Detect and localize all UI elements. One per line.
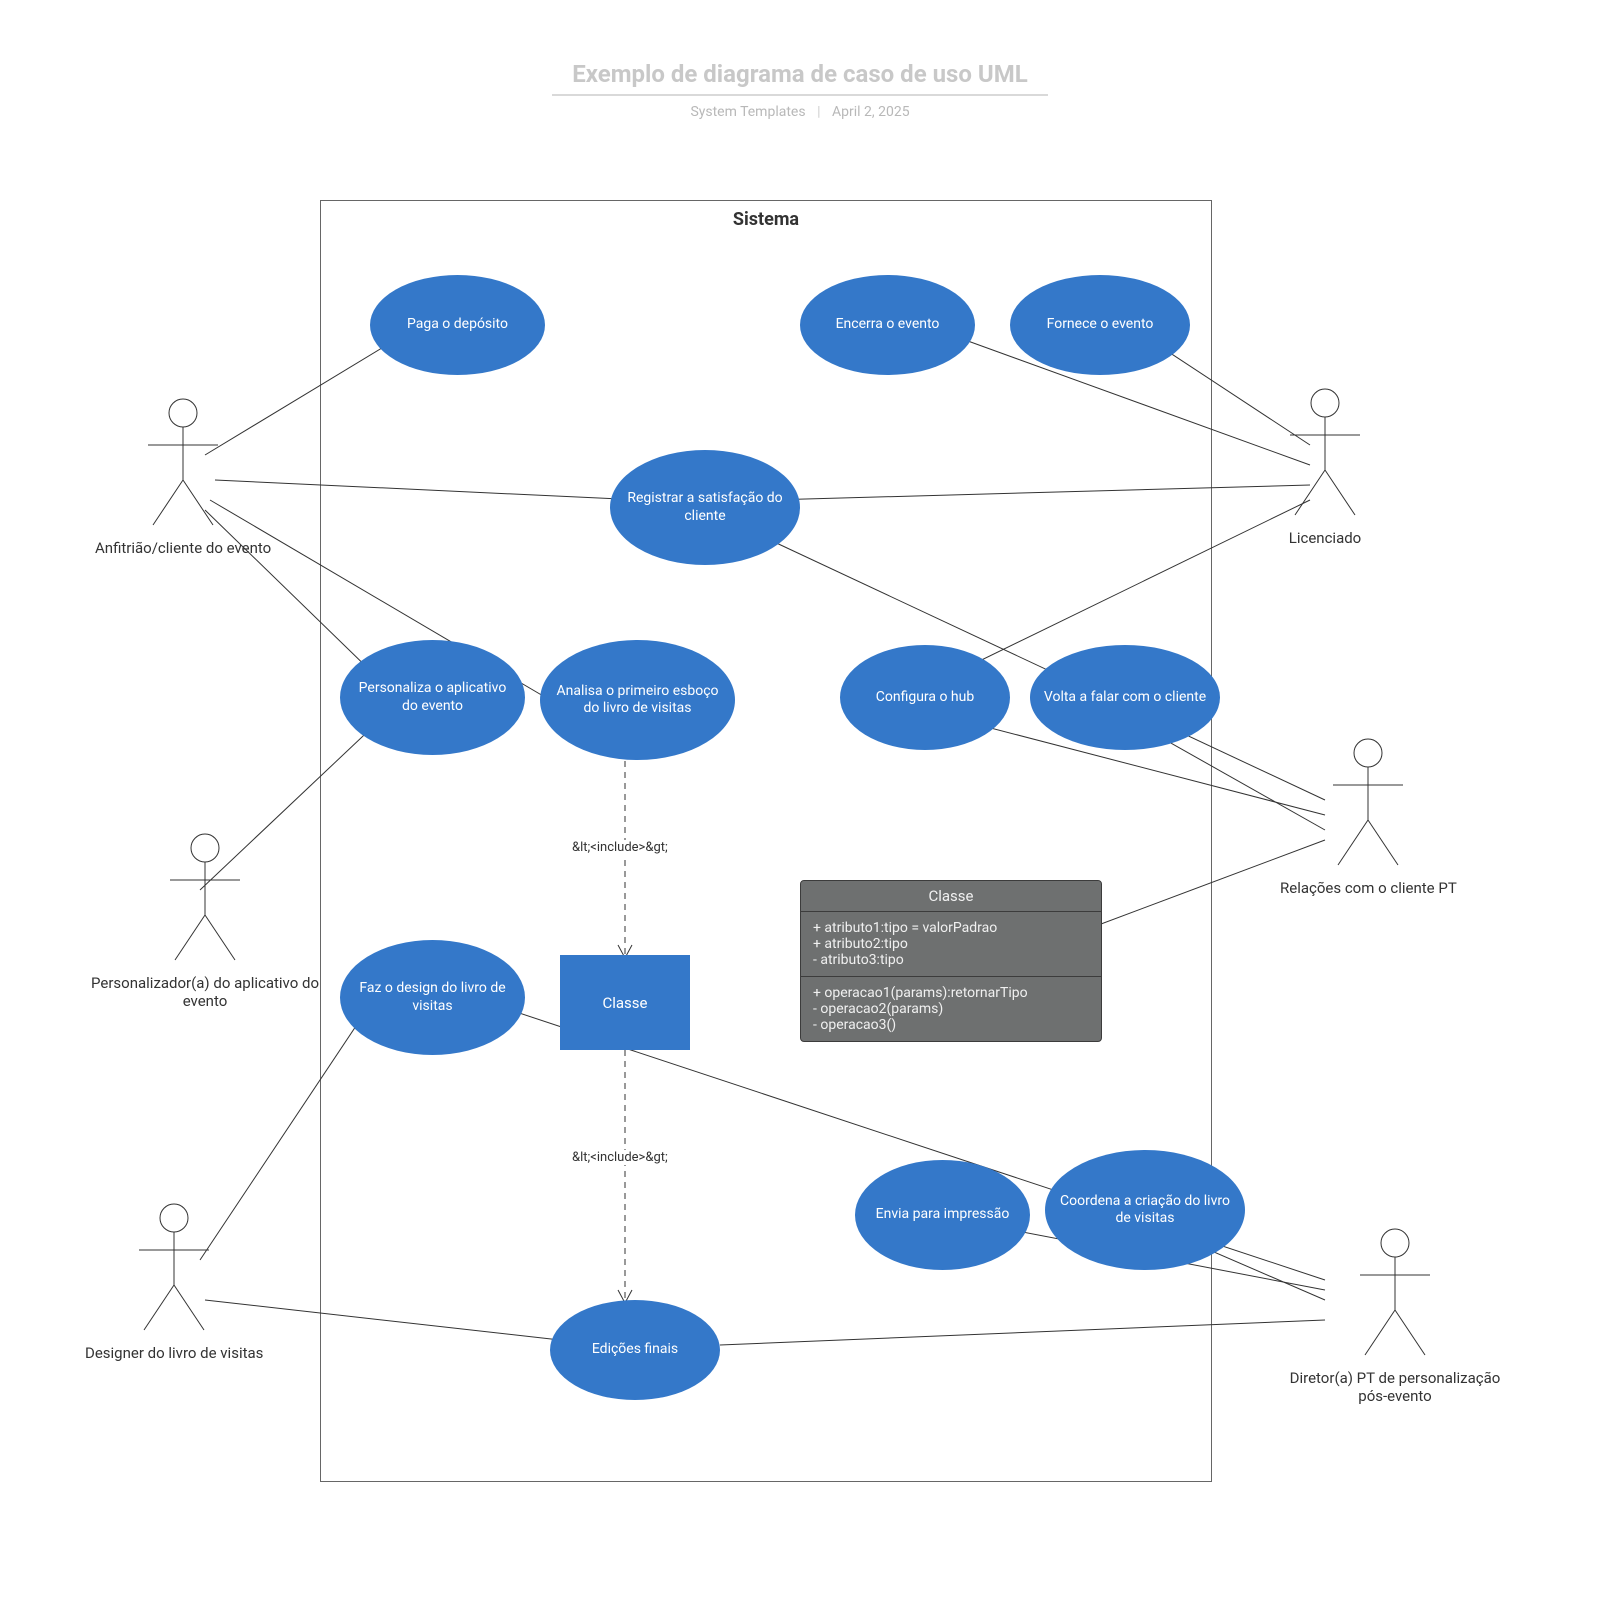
usecase-provide-event[interactable]: Fornece o evento bbox=[1010, 275, 1190, 375]
class-block-label: Classe bbox=[602, 994, 647, 1012]
actor-icon bbox=[129, 1200, 219, 1340]
usecase-reg-sat[interactable]: Registrar a satisfação do cliente bbox=[610, 450, 800, 565]
actor-pt-dir[interactable]: Diretor(a) PT de personalização pós-even… bbox=[1280, 1225, 1510, 1405]
actor-cr-pt[interactable]: Relações com o cliente PT bbox=[1280, 735, 1457, 897]
class-attr: + atributo2:tipo bbox=[813, 936, 1089, 952]
usecase-label: Edições finais bbox=[592, 1341, 678, 1359]
usecase-label: Configura o hub bbox=[876, 689, 974, 707]
actor-label: Anfitrião/cliente do evento bbox=[95, 539, 271, 557]
system-title: Sistema bbox=[321, 209, 1211, 230]
usecase-follow-up[interactable]: Volta a falar com o cliente bbox=[1030, 645, 1220, 750]
usecase-close-event[interactable]: Encerra o evento bbox=[800, 275, 975, 375]
usecase-label: Faz o design do livro de visitas bbox=[350, 980, 515, 1015]
system-boundary: Sistema bbox=[320, 200, 1212, 1482]
class-attr: + atributo1:tipo = valorPadrao bbox=[813, 920, 1089, 936]
subtitle-sep: | bbox=[817, 104, 820, 120]
actor-host[interactable]: Anfitrião/cliente do evento bbox=[95, 395, 271, 557]
actor-icon bbox=[1350, 1225, 1440, 1365]
actor-gb-designer[interactable]: Designer do livro de visitas bbox=[85, 1200, 263, 1362]
usecase-review-gb[interactable]: Analisa o primeiro esboço do livro de vi… bbox=[540, 640, 735, 760]
usecase-label: Volta a falar com o cliente bbox=[1044, 689, 1206, 707]
actor-label: Relações com o cliente PT bbox=[1280, 879, 1457, 897]
actor-customizer[interactable]: Personalizador(a) do aplicativo do event… bbox=[90, 830, 320, 1010]
usecase-label: Personaliza o aplicativo do evento bbox=[350, 680, 515, 715]
actor-icon bbox=[1280, 385, 1370, 525]
include-label: &lt;<include>&gt; bbox=[570, 840, 670, 855]
actor-label: Personalizador(a) do aplicativo do event… bbox=[90, 974, 320, 1010]
usecase-label: Paga o depósito bbox=[407, 316, 508, 334]
usecase-label: Coordena a criação do livro de visitas bbox=[1055, 1193, 1235, 1228]
subtitle-author: System Templates bbox=[690, 104, 805, 120]
diagram-title: Exemplo de diagrama de caso de uso UML bbox=[552, 60, 1047, 96]
class-ops: + operacao1(params):retornarTipo - opera… bbox=[801, 977, 1101, 1041]
class-block[interactable]: Classe bbox=[560, 955, 690, 1050]
usecase-coord-gb[interactable]: Coordena a criação do livro de visitas bbox=[1045, 1150, 1245, 1270]
class-attr: - atributo3:tipo bbox=[813, 952, 1089, 968]
include-label: &lt;<include>&gt; bbox=[570, 1150, 670, 1165]
usecase-label: Envia para impressão bbox=[876, 1206, 1010, 1224]
usecase-final-edits[interactable]: Edições finais bbox=[550, 1300, 720, 1400]
class-op: - operacao2(params) bbox=[813, 1001, 1089, 1017]
usecase-pers-app[interactable]: Personaliza o aplicativo do evento bbox=[340, 640, 525, 755]
actor-icon bbox=[1323, 735, 1413, 875]
class-name: Classe bbox=[801, 881, 1101, 912]
actor-label: Designer do livro de visitas bbox=[85, 1344, 263, 1362]
actor-licensee[interactable]: Licenciado bbox=[1280, 385, 1370, 547]
usecase-send-print[interactable]: Envia para impressão bbox=[855, 1160, 1030, 1270]
subtitle-date: April 2, 2025 bbox=[832, 104, 910, 120]
class-attrs: + atributo1:tipo = valorPadrao + atribut… bbox=[801, 912, 1101, 977]
usecase-deposit[interactable]: Paga o depósito bbox=[370, 275, 545, 375]
actor-label: Licenciado bbox=[1280, 529, 1370, 547]
class-details[interactable]: Classe + atributo1:tipo = valorPadrao + … bbox=[800, 880, 1102, 1042]
usecase-config-hub[interactable]: Configura o hub bbox=[840, 645, 1010, 750]
actor-label: Diretor(a) PT de personalização pós-even… bbox=[1280, 1369, 1510, 1405]
usecase-label: Analisa o primeiro esboço do livro de vi… bbox=[550, 683, 725, 718]
usecase-design-gb[interactable]: Faz o design do livro de visitas bbox=[340, 940, 525, 1055]
actor-icon bbox=[138, 395, 228, 535]
actor-icon bbox=[160, 830, 250, 970]
usecase-label: Fornece o evento bbox=[1047, 316, 1154, 334]
class-op: - operacao3() bbox=[813, 1017, 1089, 1033]
usecase-label: Registrar a satisfação do cliente bbox=[620, 490, 790, 525]
usecase-label: Encerra o evento bbox=[836, 316, 940, 334]
class-op: + operacao1(params):retornarTipo bbox=[813, 985, 1089, 1001]
